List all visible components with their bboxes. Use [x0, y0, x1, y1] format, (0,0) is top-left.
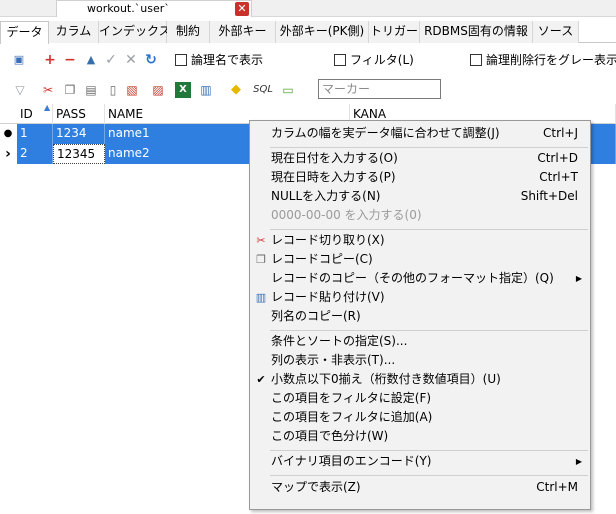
toolbar-primary: ▣ + − ▲ ✓ ✕ ↻ 論理名で表示 フィルタ(L) 論理削除行をグレー表示: [0, 46, 616, 76]
sql-icon[interactable]: SQL: [253, 82, 273, 98]
menu-item-copy-column-names[interactable]: 列名のコピー(R): [252, 307, 588, 326]
comment-icon[interactable]: ▭: [280, 82, 296, 98]
highlight-icon[interactable]: ◆: [228, 82, 244, 98]
menu-item-paste-record[interactable]: ▥ レコード貼り付け(V): [252, 288, 588, 307]
logical-delete-label: 論理削除行をグレー表示: [486, 53, 616, 67]
menu-separator: [270, 330, 588, 331]
document-icon[interactable]: ▯: [105, 82, 121, 98]
document-tab[interactable]: workout.`user` ✕: [56, 0, 252, 17]
menu-item-binary-encode[interactable]: バイナリ項目のエンコード(Y) ▶: [252, 452, 588, 471]
submenu-arrow-icon: ▶: [575, 457, 582, 466]
menu-item-copy-record-format[interactable]: レコードのコピー（その他のフォーマット指定）(Q) ▶: [252, 269, 588, 288]
menu-item-copy-record[interactable]: ❐ レコードコピー(C): [252, 250, 588, 269]
tab-rdbms-info[interactable]: RDBMS固有の情報: [420, 21, 533, 43]
scissors-icon[interactable]: ✂: [40, 82, 56, 98]
cell-id[interactable]: 1: [17, 124, 53, 144]
paste-icon: ▥: [255, 291, 267, 304]
checkbox-box[interactable]: [175, 54, 187, 66]
sub-tab-bar: データ カラム インデックス 制約 外部キー 外部キー(PK側) トリガー RD…: [0, 21, 616, 44]
submenu-arrow-icon: ▶: [575, 274, 582, 283]
menu-separator: [270, 450, 588, 451]
tab-data[interactable]: データ: [0, 21, 49, 44]
menu-item-add-filter[interactable]: この項目をフィルタに追加(A): [252, 408, 588, 427]
tab-indexes[interactable]: インデックス: [99, 21, 171, 43]
menu-separator: [270, 229, 588, 230]
column-header-pass[interactable]: PASS: [53, 104, 105, 124]
logical-name-label: 論理名で表示: [191, 53, 264, 67]
move-up-icon[interactable]: ▲: [83, 52, 99, 68]
menu-item-color-by-item[interactable]: この項目で色分け(W): [252, 427, 588, 446]
cell-pass[interactable]: 12345: [53, 144, 105, 164]
paste-icon[interactable]: ▤: [83, 82, 99, 98]
filter-checkbox[interactable]: フィルタ(L): [334, 53, 414, 69]
menu-item-insert-zero-date: 0000-00-00 を入力する(0): [271, 208, 422, 222]
menu-separator: [270, 147, 588, 148]
add-row-icon[interactable]: +: [42, 52, 58, 68]
excel-icon[interactable]: X: [175, 82, 191, 98]
menu-item-fit-column-width[interactable]: カラムの幅を実データ幅に合わせて調整(J) Ctrl+J: [252, 124, 588, 143]
paste-special-icon[interactable]: ▥: [198, 82, 214, 98]
checkmark-icon: ✔: [256, 373, 266, 386]
menu-separator: [270, 475, 588, 476]
tab-foreign-keys[interactable]: 外部キー: [210, 21, 276, 43]
cell-id[interactable]: 2: [17, 144, 53, 164]
save-icon[interactable]: ▣: [11, 52, 27, 68]
menu-item-insert-date[interactable]: 現在日付を入力する(O) Ctrl+D: [252, 149, 588, 168]
tab-source[interactable]: ソース: [533, 21, 579, 43]
toolbar-secondary: ▽ ✂ ❐ ▤ ▯ ▧ ▨ X ▥ ◆ SQL ▭ マーカー: [0, 76, 616, 104]
filter-label: フィルタ(L): [350, 53, 414, 67]
row-indicator: ›: [5, 146, 11, 162]
tab-columns[interactable]: カラム: [49, 21, 99, 43]
logical-name-checkbox[interactable]: 論理名で表示: [175, 53, 263, 69]
sort-ascending-icon: ▲: [44, 103, 51, 112]
document-tab-strip: workout.`user` ✕: [0, 0, 616, 17]
menu-item-show-map[interactable]: マップで表示(Z) Ctrl+M: [252, 478, 588, 497]
tab-triggers[interactable]: トリガー: [369, 21, 420, 43]
menu-item-show-hide-columns[interactable]: 列の表示・非表示(T)...: [252, 351, 588, 370]
marker-input[interactable]: マーカー: [318, 79, 441, 99]
cell-pass[interactable]: 1234: [53, 124, 105, 144]
tab-constraints[interactable]: 制約: [167, 21, 210, 43]
checkbox-box[interactable]: [334, 54, 346, 66]
context-menu: カラムの幅を実データ幅に合わせて調整(J) Ctrl+J 現在日付を入力する(O…: [249, 120, 591, 510]
export-icon[interactable]: ▧: [124, 82, 140, 98]
row-indicator: ●: [3, 128, 13, 139]
menu-item-condition-sort[interactable]: 条件とソートの指定(S)...: [252, 332, 588, 351]
cancel-icon[interactable]: ✕: [123, 52, 139, 68]
import-icon[interactable]: ▨: [150, 82, 166, 98]
close-icon[interactable]: ✕: [235, 2, 249, 16]
menu-item-set-filter[interactable]: この項目をフィルタに設定(F): [252, 389, 588, 408]
tab-foreign-keys-pk[interactable]: 外部キー(PK側): [276, 21, 369, 43]
menu-item-decimal-zero-align[interactable]: ✔ 小数点以下0揃え（桁数付き数値項目）(U): [252, 370, 588, 389]
checkbox-box[interactable]: [470, 54, 482, 66]
logical-delete-checkbox[interactable]: 論理削除行をグレー表示: [470, 53, 616, 69]
copy-icon: ❐: [256, 253, 266, 266]
refresh-icon[interactable]: ↻: [143, 52, 159, 68]
confirm-icon[interactable]: ✓: [103, 52, 119, 68]
menu-item-insert-null[interactable]: NULLを入力する(N) Shift+Del: [252, 187, 588, 206]
delete-row-icon[interactable]: −: [62, 52, 78, 68]
copy-icon[interactable]: ❐: [62, 82, 78, 98]
menu-item-insert-datetime[interactable]: 現在日時を入力する(P) Ctrl+T: [252, 168, 588, 187]
menu-item-cut-record[interactable]: ✂ レコード切り取り(X): [252, 231, 588, 250]
funnel-icon[interactable]: ▽: [12, 82, 28, 98]
scissors-icon: ✂: [256, 234, 266, 247]
document-tab-title: workout.`user`: [87, 2, 170, 15]
